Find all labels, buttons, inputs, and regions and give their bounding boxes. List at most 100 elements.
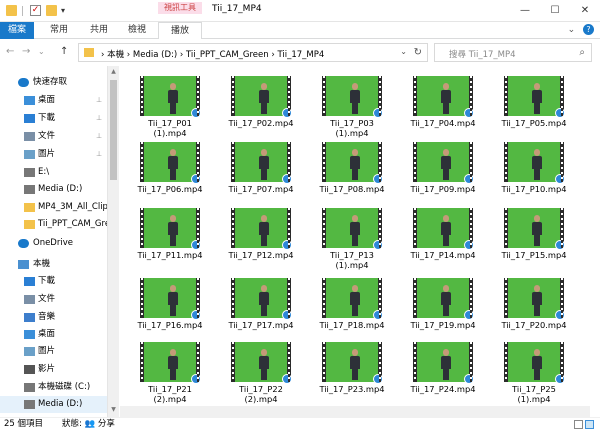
sidebar-scrollbar[interactable]: ▲ ▼ <box>108 66 119 417</box>
file-item[interactable]: Tii_17_P17.mp4 <box>216 272 306 338</box>
sidebar-item[interactable]: MP4_3M_All_Clip <box>0 199 107 216</box>
file-name: Tii_17_P05.mp4 <box>501 118 567 128</box>
tab-file[interactable]: 檔案 <box>0 22 34 39</box>
file-list: Tii_17_P01 (1).mp4 Tii_17_P02.mp4 Tii_17_P… <box>120 66 600 417</box>
file-item[interactable]: Tii_17_P14.mp4 <box>398 202 488 268</box>
minimize-button[interactable]: — <box>510 0 540 22</box>
back-icon[interactable]: ← <box>6 45 14 59</box>
scrollbar-thumb[interactable] <box>110 80 117 180</box>
file-item[interactable]: Tii_17_P20.mp4 <box>489 272 579 338</box>
breadcrumb[interactable]: › 本機 › Media (D:) › Tii_PPT_CAM_Green › … <box>101 48 324 60</box>
video-thumbnail <box>504 342 565 384</box>
sidebar-item-label: 快速存取 <box>33 77 68 87</box>
video-thumbnail <box>231 76 292 118</box>
sidebar-item[interactable]: Media (D:) <box>0 181 107 198</box>
expand-ribbon-icon[interactable]: ⌄ <box>568 25 576 35</box>
file-item[interactable]: Tii_17_P15.mp4 <box>489 202 579 268</box>
presenter-figure <box>532 83 542 114</box>
file-item[interactable]: Tii_17_P25 (1).mp4 <box>489 336 579 404</box>
presenter-figure <box>168 149 178 180</box>
video-thumbnail <box>231 208 292 250</box>
address-bar[interactable]: › 本機 › Media (D:) › Tii_PPT_CAM_Green › … <box>78 43 428 62</box>
sidebar-item[interactable]: Tii_PPT_CAM_Gree <box>0 216 107 233</box>
file-name: Tii_17_P01 (1).mp4 <box>148 118 192 138</box>
presenter-figure <box>350 149 360 180</box>
customize-toolbar-icon[interactable]: ▾ <box>61 5 72 16</box>
media-player-icon <box>282 374 292 384</box>
desktop-icon <box>24 96 35 105</box>
file-item[interactable]: Tii_17_P04.mp4 <box>398 70 488 136</box>
scroll-down-icon[interactable]: ▼ <box>108 406 119 413</box>
video-thumbnail <box>322 278 383 320</box>
sidebar-item[interactable]: E:\ <box>0 164 107 181</box>
properties-icon[interactable]: ✓ <box>30 5 41 16</box>
refresh-icon[interactable]: ↻ <box>414 47 422 58</box>
tab-view[interactable]: 檢視 <box>124 22 150 39</box>
file-item[interactable]: Tii_17_P06.mp4 <box>125 136 215 202</box>
folder-icon <box>24 203 35 212</box>
navigation-pane: 快速存取 桌面 ⊥ 下載 ⊥ 文件 ⊥ 圖片 ⊥ E:\ Media (D:) MP4_3M_All_… <box>0 66 107 417</box>
sidebar-item[interactable]: OneDrive <box>0 235 107 252</box>
sidebar-item[interactable]: 圖片 ⊥ <box>0 146 107 163</box>
file-item[interactable]: Tii_17_P03 (1).mp4 <box>307 70 397 138</box>
forward-icon[interactable]: → <box>22 45 30 59</box>
file-item[interactable]: Tii_17_P19.mp4 <box>398 272 488 338</box>
file-item[interactable]: Tii_17_P16.mp4 <box>125 272 215 338</box>
sidebar-item[interactable]: 桌面 <box>0 326 107 343</box>
video-thumbnail <box>322 208 383 250</box>
sidebar-item[interactable]: 影片 <box>0 361 107 378</box>
sidebar-item[interactable]: 文件 <box>0 291 107 308</box>
file-name: Tii_17_P23.mp4 <box>319 384 385 394</box>
maximize-button[interactable]: ☐ <box>540 0 570 22</box>
file-item[interactable]: Tii_17_P22 (2).mp4 <box>216 336 306 404</box>
file-item[interactable]: Tii_17_P01 (1).mp4 <box>125 70 215 138</box>
sidebar-item[interactable]: 本機磁碟 (C:) <box>0 379 107 396</box>
file-item[interactable]: Tii_17_P23.mp4 <box>307 336 397 402</box>
file-item[interactable]: Tii_17_P18.mp4 <box>307 272 397 338</box>
file-item[interactable]: Tii_17_P12.mp4 <box>216 202 306 268</box>
file-item[interactable]: Tii_17_P05.mp4 <box>489 70 579 136</box>
up-icon[interactable]: ↑ <box>60 45 68 59</box>
sidebar-item[interactable]: 圖片 <box>0 343 107 360</box>
close-button[interactable]: ✕ <box>570 0 600 22</box>
file-item[interactable]: Tii_17_P09.mp4 <box>398 136 488 202</box>
presenter-figure <box>441 149 451 180</box>
file-name: Tii_17_P21 (2).mp4 <box>148 384 192 404</box>
pictures-icon <box>24 347 35 356</box>
file-item[interactable]: Tii_17_P24.mp4 <box>398 336 488 402</box>
sidebar-item[interactable]: 快速存取 <box>0 74 107 91</box>
pin-icon: ⊥ <box>96 114 103 122</box>
tab-play[interactable]: 播放 <box>158 22 202 40</box>
sidebar-item-label: 影片 <box>38 364 56 374</box>
sidebar-item[interactable]: 本機 <box>0 256 107 273</box>
horizontal-scrollbar[interactable] <box>120 406 590 417</box>
sidebar-item[interactable]: 文件 ⊥ <box>0 128 107 145</box>
file-item[interactable]: Tii_17_P11.mp4 <box>125 202 215 268</box>
large-icons-view-icon[interactable] <box>585 420 594 429</box>
folder-icon[interactable] <box>6 5 17 16</box>
sidebar-item[interactable]: 音樂 <box>0 309 107 326</box>
file-item[interactable]: Tii_17_P07.mp4 <box>216 136 306 202</box>
file-item[interactable]: Tii_17_P02.mp4 <box>216 70 306 136</box>
sidebar-item-label: 圖片 <box>38 346 56 356</box>
tab-share[interactable]: 共用 <box>86 22 112 39</box>
details-view-icon[interactable] <box>574 420 583 429</box>
file-item[interactable]: Tii_17_P21 (2).mp4 <box>125 336 215 404</box>
search-input[interactable]: 搜尋 Tii_17_MP4 ⌕ <box>434 43 592 62</box>
sidebar-item[interactable]: 下載 ⊥ <box>0 110 107 127</box>
document-icon <box>24 132 35 141</box>
sidebar-item[interactable]: Media (D:) <box>0 396 107 413</box>
help-icon[interactable]: ? <box>583 24 594 35</box>
sidebar-item[interactable]: 桌面 ⊥ <box>0 92 107 109</box>
file-item[interactable]: Tii_17_P10.mp4 <box>489 136 579 202</box>
sidebar-item[interactable]: 下載 <box>0 273 107 290</box>
tab-home[interactable]: 常用 <box>46 22 72 39</box>
search-icon[interactable]: ⌕ <box>579 47 585 58</box>
file-item[interactable]: Tii_17_P08.mp4 <box>307 136 397 202</box>
scroll-up-icon[interactable]: ▲ <box>108 68 119 75</box>
view-toggle[interactable] <box>572 420 596 430</box>
address-dropdown-icon[interactable]: ⌄ <box>400 47 407 56</box>
recent-locations-icon[interactable]: ⌄ <box>38 45 45 59</box>
file-item[interactable]: Tii_17_P13 (1).mp4 <box>307 202 397 270</box>
new-folder-icon[interactable] <box>46 5 57 16</box>
